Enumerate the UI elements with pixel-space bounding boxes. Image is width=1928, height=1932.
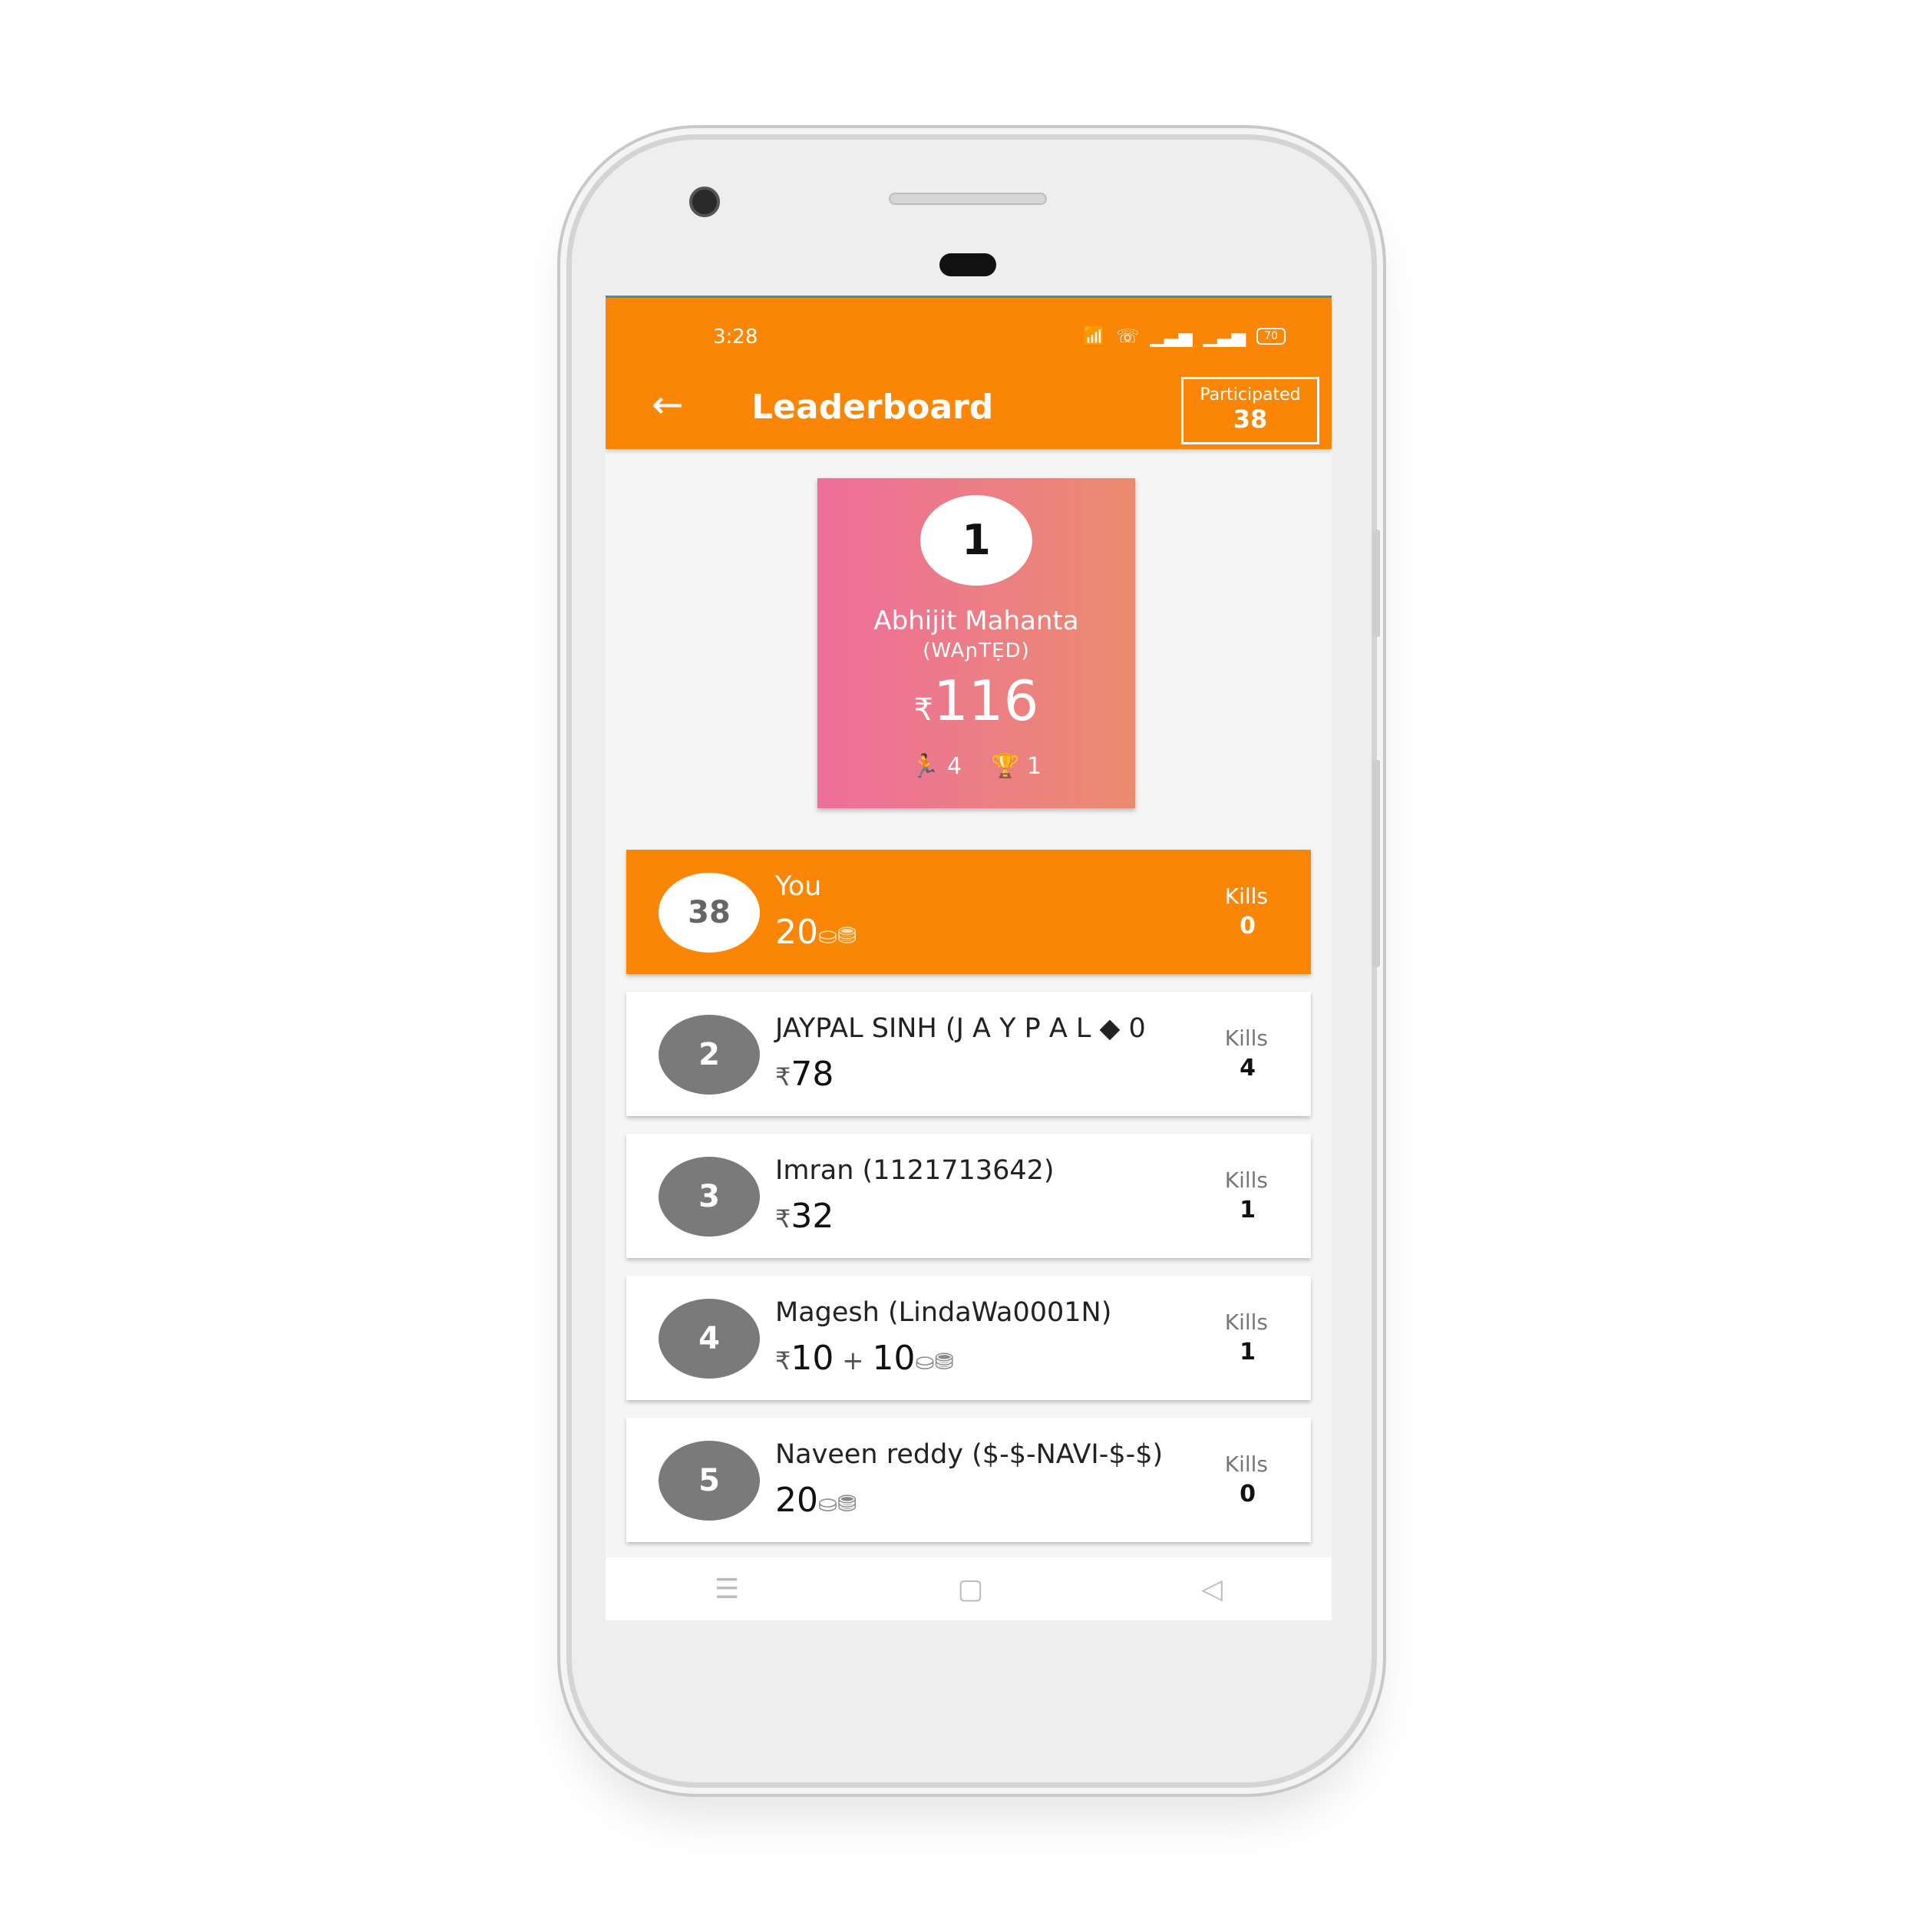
player-amount: 20⛀⛃: [775, 1481, 857, 1520]
home-icon[interactable]: ▢: [957, 1574, 983, 1605]
page-title: Leaderboard: [751, 388, 994, 427]
amount-value: 10: [791, 1339, 834, 1378]
leaderboard-row[interactable]: 4 Magesh (LindaWa0001N) ₹10 + 10⛀⛃ Kills…: [626, 1276, 1311, 1400]
signal-icon-2: ▁▃▅: [1203, 325, 1246, 347]
kills-label: Kills: [1224, 1451, 1268, 1477]
participated-box: Participated 38: [1181, 377, 1319, 444]
player-amount: ₹78: [775, 1055, 834, 1094]
front-camera: [689, 187, 720, 217]
top-player-stats: 🏃 4 🏆 1: [817, 753, 1135, 780]
signal-icon: ▁▃▅: [1150, 325, 1193, 347]
amount-value: 20: [775, 1481, 818, 1520]
menu-icon[interactable]: ☰: [715, 1574, 739, 1605]
back-triangle-icon[interactable]: ◁: [1201, 1574, 1223, 1605]
leaderboard-row[interactable]: 2 JAYPAL SINH (J A Y P A L ◆ 0 ₹78 Kills…: [626, 992, 1311, 1116]
participated-label: Participated: [1200, 385, 1301, 405]
kills-value: 1: [1240, 1339, 1256, 1366]
leaderboard-row-you[interactable]: 38 You 20⛀⛃ Kills 0: [626, 850, 1311, 974]
top-player-card[interactable]: 1 Abhijit Mahanta (WAɲTẸD) ₹116 🏃 4 🏆 1: [817, 478, 1135, 808]
player-name: You: [775, 871, 822, 902]
system-nav-bar: ☰ ▢ ◁: [606, 1557, 1332, 1620]
status-bar: 3:28 📶 ☏ ▁▃▅ ▁▃▅ 70: [606, 296, 1332, 365]
app-bar: ← Leaderboard Participated 38: [606, 365, 1332, 449]
back-arrow-icon[interactable]: ←: [652, 383, 684, 426]
player-name: Magesh (LindaWa0001N): [775, 1297, 1112, 1328]
rank-badge: 4: [659, 1299, 760, 1379]
rank-badge: 38: [659, 873, 760, 953]
kills-label: Kills: [1224, 1025, 1268, 1051]
kills-value: 0: [1240, 913, 1256, 940]
kills-label: Kills: [1224, 883, 1268, 909]
volume-button: [1372, 530, 1380, 637]
coin-icon: ⛀⛃: [915, 1349, 954, 1376]
rank-badge: 2: [659, 1015, 760, 1095]
battery-icon: 70: [1256, 328, 1286, 345]
rank-badge: 3: [659, 1157, 760, 1237]
kills-value: 4: [1240, 1055, 1256, 1082]
player-name: Imran (1121713642): [775, 1155, 1055, 1186]
top-player-wins: 1: [1026, 753, 1042, 780]
leaderboard-row[interactable]: 3 Imran (1121713642) ₹32 Kills 1: [626, 1134, 1311, 1258]
rupee-symbol: ₹: [775, 1346, 791, 1376]
trophy-icon: 🏆: [991, 753, 1020, 780]
coin-icon: ⛀⛃: [818, 1491, 857, 1518]
power-button: [1372, 760, 1380, 967]
earpiece-speaker: [889, 193, 1047, 205]
kills-value: 0: [1240, 1481, 1256, 1508]
participated-count: 38: [1233, 405, 1268, 434]
kills-label: Kills: [1224, 1309, 1268, 1335]
wifi-call-icon: ☏: [1116, 325, 1140, 347]
amount-value-2: 10: [872, 1339, 916, 1378]
rupee-symbol: ₹: [913, 692, 933, 728]
rupee-symbol: ₹: [775, 1062, 791, 1091]
kill-icon: 🏃: [910, 753, 940, 780]
player-amount: 20⛀⛃: [775, 913, 857, 952]
top-player-name: Abhijit Mahanta: [873, 606, 1079, 636]
kills-label: Kills: [1224, 1167, 1268, 1193]
proximity-sensor: [939, 253, 996, 276]
top-player-kills: 4: [946, 753, 962, 780]
amount-value: 20: [775, 913, 818, 952]
wifi-icon: 📶: [1082, 325, 1106, 347]
top-player-amount: ₹116: [817, 669, 1135, 733]
top-player-tag: (WAɲTẸD): [923, 639, 1030, 662]
plus-sign: +: [834, 1346, 873, 1376]
app-screen: 3:28 📶 ☏ ▁▃▅ ▁▃▅ 70 ← Leaderboard Partic…: [606, 296, 1332, 1620]
player-name: Naveen reddy ($-$-NAVI-$-$): [775, 1439, 1164, 1470]
rank-badge: 5: [659, 1441, 760, 1521]
leaderboard-row[interactable]: 5 Naveen reddy ($-$-NAVI-$-$) 20⛀⛃ Kills…: [626, 1418, 1311, 1542]
status-icons: 📶 ☏ ▁▃▅ ▁▃▅ 70: [1083, 325, 1286, 347]
status-time: 3:28: [713, 325, 758, 348]
rupee-symbol: ₹: [775, 1204, 791, 1234]
player-amount: ₹32: [775, 1197, 834, 1236]
coin-icon: ⛀⛃: [818, 923, 857, 949]
top-player-rank: 1: [920, 495, 1032, 586]
player-name: JAYPAL SINH (J A Y P A L ◆ 0: [775, 1013, 1146, 1044]
amount-value: 32: [791, 1197, 834, 1236]
kills-value: 1: [1240, 1197, 1256, 1224]
top-player-amount-value: 116: [933, 669, 1039, 733]
amount-value: 78: [791, 1055, 834, 1094]
player-amount: ₹10 + 10⛀⛃: [775, 1339, 954, 1378]
